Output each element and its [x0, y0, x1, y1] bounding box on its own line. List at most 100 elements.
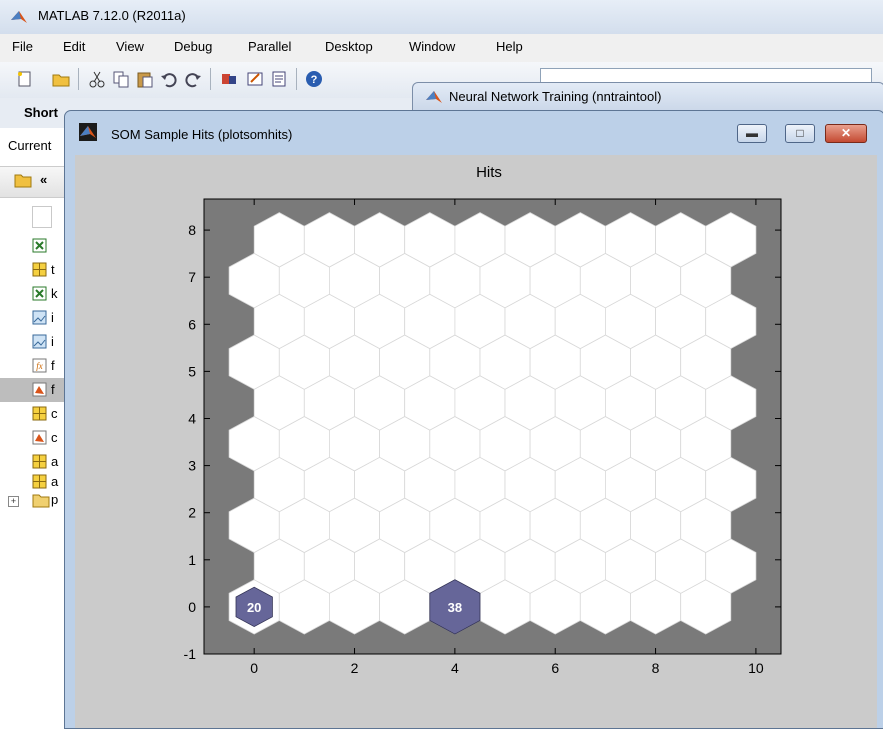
- file-name: i: [51, 310, 54, 325]
- file-header-icon: [32, 206, 52, 228]
- x-tick-label: 8: [652, 660, 660, 676]
- figure-area: Hits 20 38 0 2 4 6 8 10 -1 0 1 2 3 4 5 6 7 8: [75, 155, 877, 728]
- y-tick-label: 4: [188, 410, 196, 426]
- matlab-titlebar: MATLAB 7.12.0 (R2011a): [0, 0, 883, 34]
- x-tick-label: 0: [250, 660, 258, 676]
- som-titlebar[interactable]: SOM Sample Hits (plotsomhits) ▬ □ ✕: [65, 111, 883, 157]
- file-row[interactable]: i: [0, 330, 66, 354]
- new-file-icon[interactable]: [16, 70, 34, 88]
- menu-view[interactable]: View: [116, 39, 144, 54]
- file-row[interactable]: [0, 234, 66, 258]
- file-row[interactable]: c: [0, 402, 66, 426]
- y-tick-label: 6: [188, 316, 196, 332]
- file-name: f: [51, 382, 55, 397]
- y-tick-label: 5: [188, 363, 196, 379]
- guide-icon[interactable]: [246, 70, 264, 88]
- open-folder-icon[interactable]: [52, 70, 70, 88]
- som-hits-plot[interactable]: Hits 20 38 0 2 4 6 8 10 -1 0 1 2 3 4 5 6 7 8: [75, 155, 877, 728]
- copy-icon[interactable]: [112, 70, 130, 88]
- y-tick-label: 3: [188, 458, 196, 474]
- y-tick-label: 8: [188, 222, 196, 238]
- help-icon[interactable]: ?: [305, 70, 323, 88]
- menu-edit[interactable]: Edit: [63, 39, 85, 54]
- maximize-icon: □: [796, 126, 804, 140]
- shortcuts-label[interactable]: Short: [24, 105, 58, 120]
- close-button[interactable]: ✕: [825, 124, 867, 143]
- plot-title: Hits: [476, 164, 502, 181]
- hit-count-label: 20: [247, 600, 261, 615]
- som-sample-hits-window: SOM Sample Hits (plotsomhits) ▬ □ ✕ Hits…: [64, 110, 883, 729]
- folder-icon: [32, 494, 50, 508]
- y-tick-label: -1: [184, 646, 197, 662]
- minimize-icon: ▬: [746, 126, 758, 140]
- y-tick-label: 7: [188, 269, 196, 285]
- maximize-button[interactable]: □: [785, 124, 815, 143]
- file-name: t: [51, 262, 55, 277]
- variable-file-icon: [32, 262, 47, 277]
- app-title: MATLAB 7.12.0 (R2011a): [38, 8, 186, 23]
- toolbar-separator: [210, 68, 211, 90]
- function-file-icon: fx: [32, 358, 47, 373]
- y-tick-label: 1: [188, 552, 196, 568]
- x-tick-label: 2: [351, 660, 359, 676]
- figure-file-icon: [32, 382, 47, 397]
- undo-icon[interactable]: [160, 70, 178, 88]
- menubar: File Edit View Debug Parallel Desktop Wi…: [0, 34, 883, 62]
- matlab-logo-icon: [426, 91, 442, 103]
- y-tick-label: 0: [188, 599, 196, 615]
- file-row[interactable]: fx f: [0, 354, 66, 378]
- file-row[interactable]: c: [0, 426, 66, 450]
- variable-file-icon: [32, 454, 47, 469]
- x-tick-label: 10: [748, 660, 764, 676]
- tree-expand-icon[interactable]: +: [8, 496, 19, 507]
- menu-help[interactable]: Help: [496, 39, 523, 54]
- x-tick-label: 6: [551, 660, 559, 676]
- hex-grid: [228, 212, 757, 635]
- menu-window[interactable]: Window: [409, 39, 455, 54]
- paste-icon[interactable]: [136, 70, 154, 88]
- file-row[interactable]: k: [0, 282, 66, 306]
- menu-file[interactable]: File: [12, 39, 33, 54]
- file-name: a: [51, 454, 59, 469]
- hit-count-label: 38: [448, 600, 462, 615]
- simulink-icon[interactable]: [220, 70, 238, 88]
- menu-desktop[interactable]: Desktop: [325, 39, 373, 54]
- file-name[interactable]: p: [51, 492, 58, 507]
- file-name: f: [51, 358, 55, 373]
- image-file-icon: [32, 334, 47, 349]
- file-row-selected[interactable]: f: [0, 378, 66, 402]
- nntraintool-title: Neural Network Training (nntraintool): [449, 89, 662, 104]
- toolbar-separator: [78, 68, 79, 90]
- nntraintool-window[interactable]: Neural Network Training (nntraintool): [412, 82, 883, 113]
- x-tick-label: 4: [451, 660, 459, 676]
- menu-parallel[interactable]: Parallel: [248, 39, 291, 54]
- variable-file-icon: [32, 406, 47, 421]
- menu-debug[interactable]: Debug: [174, 39, 212, 54]
- file-name: c: [51, 406, 58, 421]
- minimize-button[interactable]: ▬: [737, 124, 767, 143]
- close-icon: ✕: [840, 126, 852, 140]
- current-folder-panel: Current « t k i i fx f f c c a a + p: [0, 128, 67, 727]
- file-row[interactable]: i: [0, 306, 66, 330]
- folder-icon: [14, 174, 32, 188]
- toolbar-separator: [296, 68, 297, 90]
- current-folder-label: Current: [8, 138, 52, 153]
- svg-text:fx: fx: [36, 361, 43, 371]
- y-tick-label: 2: [188, 505, 196, 521]
- file-row[interactable]: t: [0, 258, 66, 282]
- cut-icon[interactable]: [88, 70, 106, 88]
- file-row[interactable]: a: [0, 470, 66, 494]
- folder-back-button[interactable]: «: [40, 172, 47, 187]
- redo-icon[interactable]: [184, 70, 202, 88]
- file-name: a: [51, 474, 59, 489]
- file-name: c: [51, 430, 58, 445]
- excel-file-icon: [32, 286, 47, 301]
- image-file-icon: [32, 310, 47, 325]
- file-name: k: [51, 286, 58, 301]
- excel-file-icon: [32, 238, 47, 253]
- figure-file-icon: [32, 430, 47, 445]
- window-title: SOM Sample Hits (plotsomhits): [111, 127, 293, 142]
- profiler-icon[interactable]: [270, 70, 288, 88]
- matlab-logo-icon: [79, 123, 97, 141]
- file-name: i: [51, 334, 54, 349]
